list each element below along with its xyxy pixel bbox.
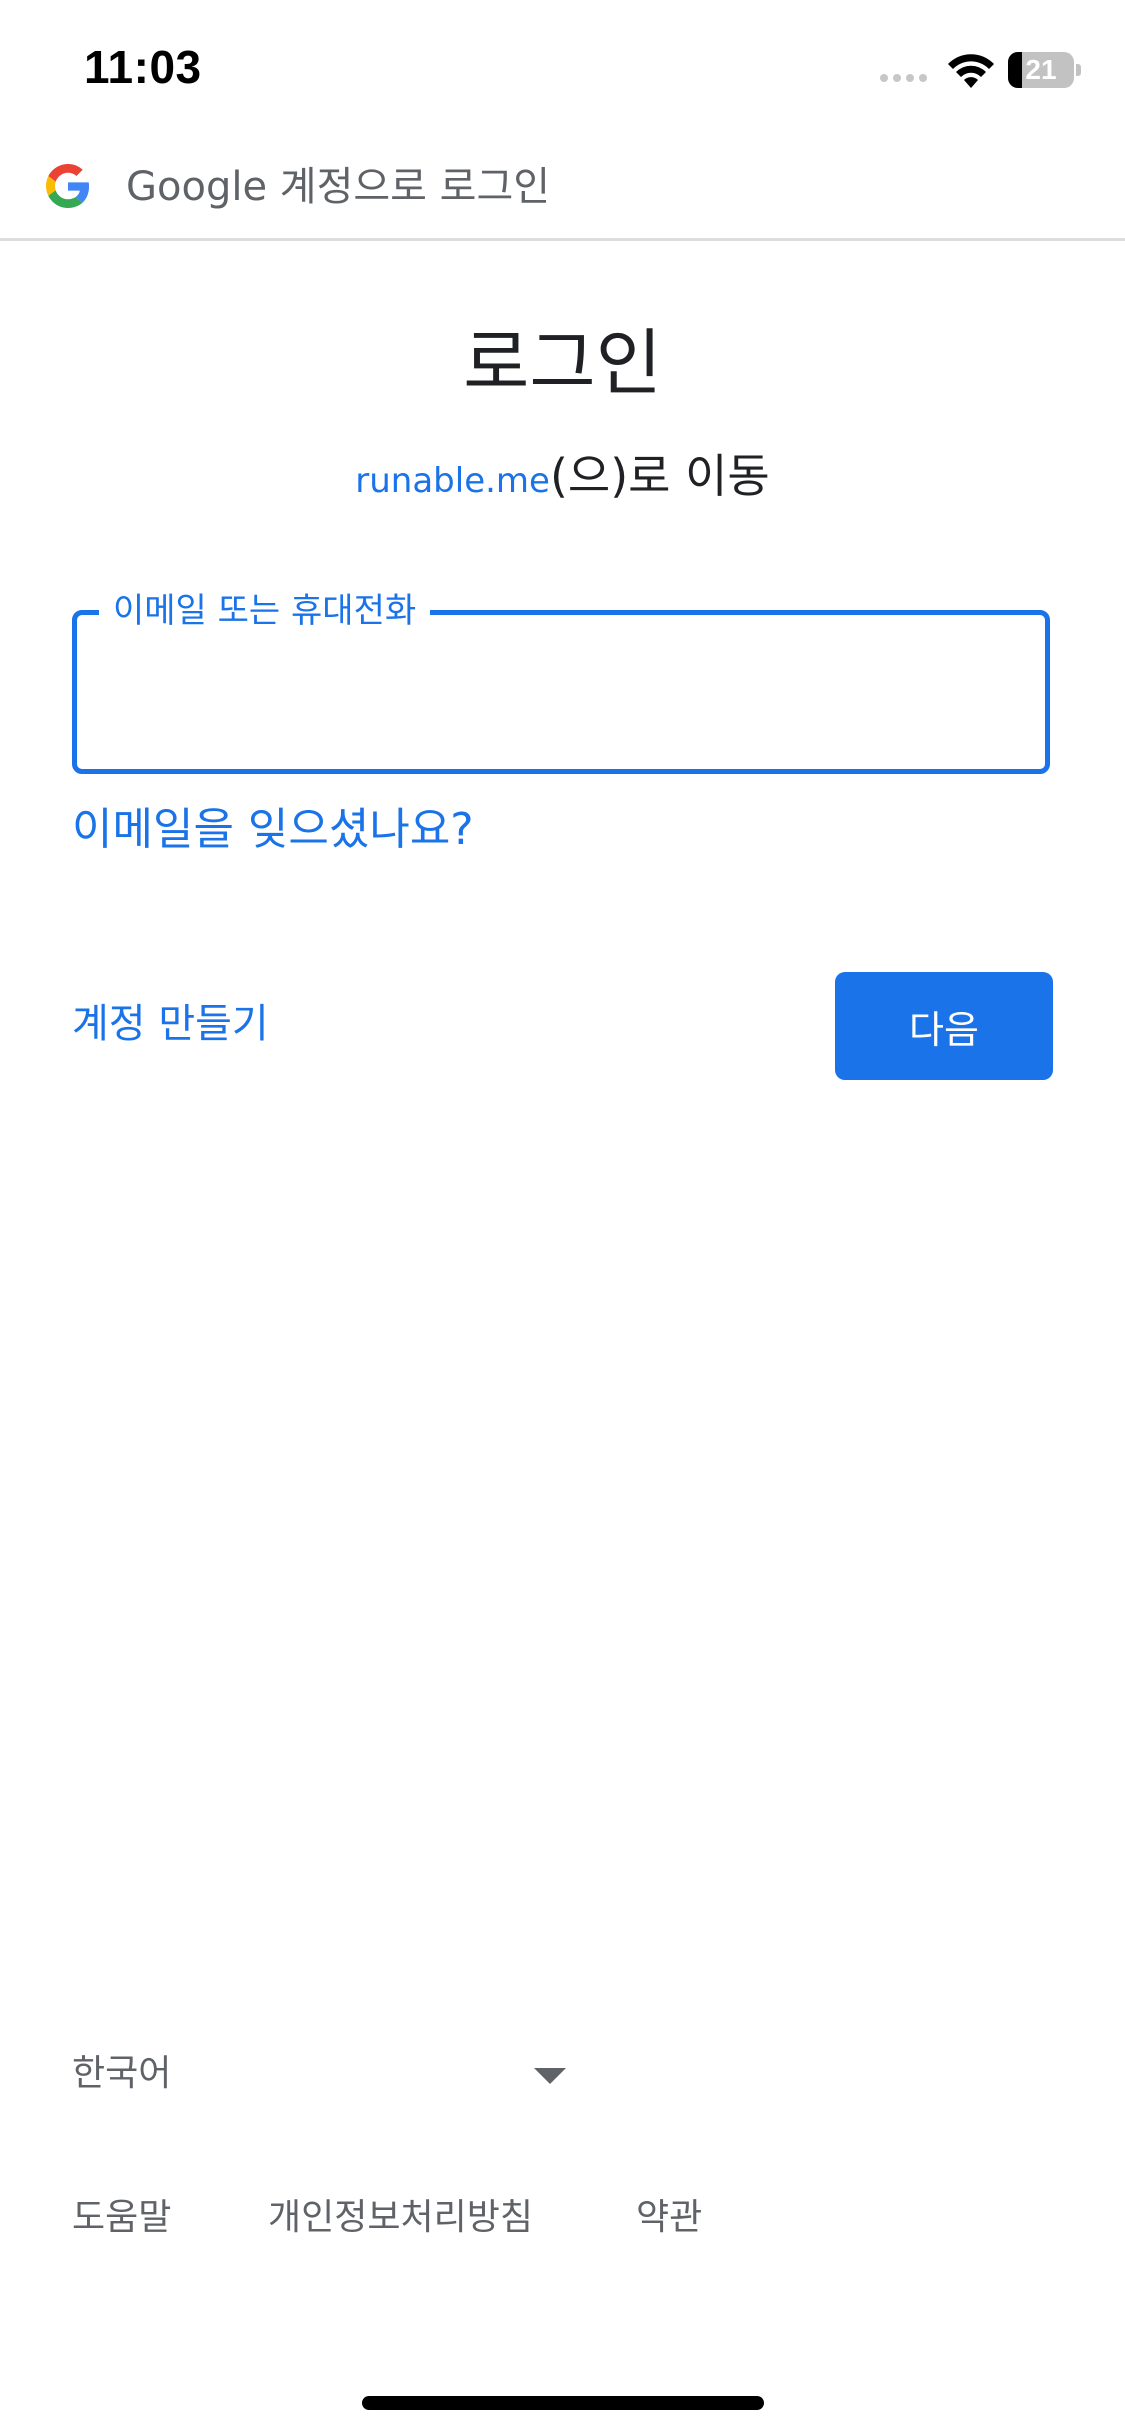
home-indicator[interactable]	[362, 2396, 764, 2410]
header-title: Google 계정으로 로그인	[126, 164, 551, 210]
wifi-icon	[948, 54, 994, 88]
create-account-link[interactable]: 계정 만들기	[72, 996, 269, 1052]
page-title: 로그인	[463, 321, 662, 405]
language-select[interactable]: 한국어	[72, 2044, 572, 2104]
google-account-header: Google 계정으로 로그인	[0, 150, 1125, 241]
help-link[interactable]: 도움말	[72, 2190, 171, 2246]
next-button[interactable]: 다음	[835, 972, 1053, 1080]
email-field-label: 이메일 또는 휴대전화	[99, 589, 431, 633]
status-bar: 11:03 21	[0, 0, 1125, 135]
destination-link[interactable]: runable.me	[355, 461, 550, 501]
email-field[interactable]: 이메일 또는 휴대전화	[72, 589, 1050, 774]
battery-icon: 21	[1008, 52, 1081, 88]
email-input[interactable]	[105, 655, 1009, 727]
battery-level: 21	[1025, 54, 1057, 85]
subtitle-text: (으)로 이동	[549, 449, 770, 503]
subtitle: runable.me(으)로 이동	[0, 446, 1125, 511]
cellular-signal-icon	[880, 74, 927, 82]
forgot-email-link[interactable]: 이메일을 잊으셨나요?	[72, 800, 474, 860]
google-logo-icon	[46, 164, 90, 208]
language-select-value: 한국어	[72, 2053, 172, 2094]
privacy-policy-link[interactable]: 개인정보처리방침	[268, 2190, 533, 2246]
terms-link[interactable]: 약관	[636, 2190, 702, 2246]
caret-down-icon	[534, 2068, 566, 2084]
status-time: 11:03	[84, 41, 202, 93]
